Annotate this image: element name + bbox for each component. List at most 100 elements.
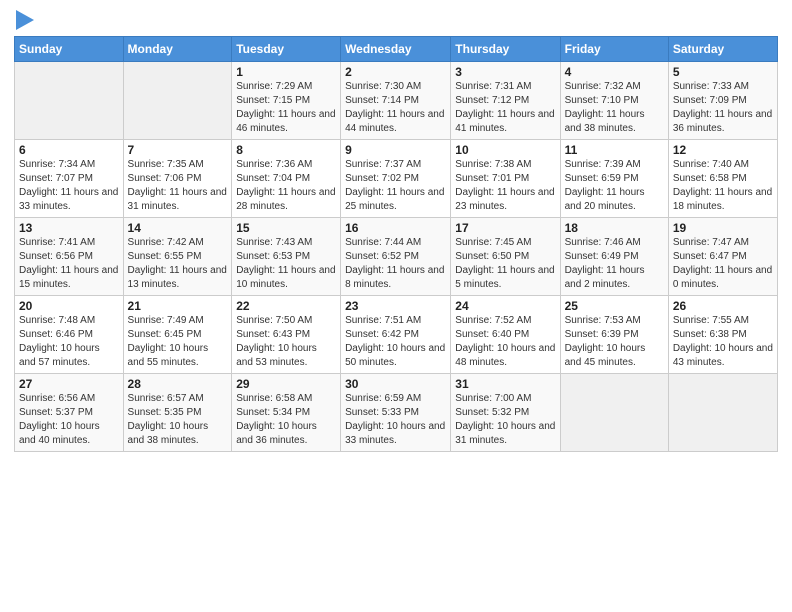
day-info: Sunrise: 7:55 AMSunset: 6:38 PMDaylight:… — [673, 314, 773, 370]
weekday-header-tuesday: Tuesday — [232, 37, 341, 62]
day-info: Sunrise: 7:53 AMSunset: 6:39 PMDaylight:… — [565, 314, 664, 370]
calendar-cell: 14Sunrise: 7:42 AMSunset: 6:55 PMDayligh… — [123, 218, 232, 296]
day-info: Sunrise: 6:58 AMSunset: 5:34 PMDaylight:… — [236, 392, 336, 448]
calendar-cell: 26Sunrise: 7:55 AMSunset: 6:38 PMDayligh… — [668, 296, 777, 374]
day-info: Sunrise: 7:45 AMSunset: 6:50 PMDaylight:… — [455, 236, 555, 292]
day-info: Sunrise: 7:46 AMSunset: 6:49 PMDaylight:… — [565, 236, 664, 292]
day-number: 15 — [236, 221, 336, 235]
day-info: Sunrise: 6:59 AMSunset: 5:33 PMDaylight:… — [345, 392, 446, 448]
day-number: 4 — [565, 65, 664, 79]
day-number: 1 — [236, 65, 336, 79]
calendar-cell: 1Sunrise: 7:29 AMSunset: 7:15 PMDaylight… — [232, 62, 341, 140]
day-number: 11 — [565, 143, 664, 157]
day-number: 22 — [236, 299, 336, 313]
day-info: Sunrise: 7:52 AMSunset: 6:40 PMDaylight:… — [455, 314, 555, 370]
calendar-page: SundayMondayTuesdayWednesdayThursdayFrid… — [0, 0, 792, 612]
day-info: Sunrise: 7:39 AMSunset: 6:59 PMDaylight:… — [565, 158, 664, 214]
day-info: Sunrise: 7:43 AMSunset: 6:53 PMDaylight:… — [236, 236, 336, 292]
day-info: Sunrise: 7:48 AMSunset: 6:46 PMDaylight:… — [19, 314, 119, 370]
calendar-cell: 22Sunrise: 7:50 AMSunset: 6:43 PMDayligh… — [232, 296, 341, 374]
week-row-1: 6Sunrise: 7:34 AMSunset: 7:07 PMDaylight… — [15, 140, 778, 218]
day-number: 30 — [345, 377, 446, 391]
day-info: Sunrise: 7:41 AMSunset: 6:56 PMDaylight:… — [19, 236, 119, 292]
calendar-cell: 5Sunrise: 7:33 AMSunset: 7:09 PMDaylight… — [668, 62, 777, 140]
week-row-0: 1Sunrise: 7:29 AMSunset: 7:15 PMDaylight… — [15, 62, 778, 140]
calendar-body: 1Sunrise: 7:29 AMSunset: 7:15 PMDaylight… — [15, 62, 778, 452]
calendar-cell: 24Sunrise: 7:52 AMSunset: 6:40 PMDayligh… — [451, 296, 560, 374]
day-info: Sunrise: 7:47 AMSunset: 6:47 PMDaylight:… — [673, 236, 773, 292]
weekday-row: SundayMondayTuesdayWednesdayThursdayFrid… — [15, 37, 778, 62]
day-number: 16 — [345, 221, 446, 235]
calendar-cell: 20Sunrise: 7:48 AMSunset: 6:46 PMDayligh… — [15, 296, 124, 374]
day-number: 12 — [673, 143, 773, 157]
logo-triangle-icon — [16, 10, 34, 30]
day-info: Sunrise: 7:50 AMSunset: 6:43 PMDaylight:… — [236, 314, 336, 370]
week-row-3: 20Sunrise: 7:48 AMSunset: 6:46 PMDayligh… — [15, 296, 778, 374]
calendar-cell: 29Sunrise: 6:58 AMSunset: 5:34 PMDayligh… — [232, 374, 341, 452]
day-info: Sunrise: 7:29 AMSunset: 7:15 PMDaylight:… — [236, 80, 336, 136]
calendar-cell: 21Sunrise: 7:49 AMSunset: 6:45 PMDayligh… — [123, 296, 232, 374]
day-number: 25 — [565, 299, 664, 313]
day-number: 5 — [673, 65, 773, 79]
day-number: 13 — [19, 221, 119, 235]
day-info: Sunrise: 7:44 AMSunset: 6:52 PMDaylight:… — [345, 236, 446, 292]
day-info: Sunrise: 6:57 AMSunset: 5:35 PMDaylight:… — [128, 392, 228, 448]
calendar-cell: 9Sunrise: 7:37 AMSunset: 7:02 PMDaylight… — [341, 140, 451, 218]
day-info: Sunrise: 7:49 AMSunset: 6:45 PMDaylight:… — [128, 314, 228, 370]
day-number: 26 — [673, 299, 773, 313]
day-info: Sunrise: 7:00 AMSunset: 5:32 PMDaylight:… — [455, 392, 555, 448]
calendar-cell: 13Sunrise: 7:41 AMSunset: 6:56 PMDayligh… — [15, 218, 124, 296]
day-number: 29 — [236, 377, 336, 391]
page-header — [14, 10, 778, 30]
day-number: 3 — [455, 65, 555, 79]
day-info: Sunrise: 7:34 AMSunset: 7:07 PMDaylight:… — [19, 158, 119, 214]
weekday-header-monday: Monday — [123, 37, 232, 62]
calendar-table: SundayMondayTuesdayWednesdayThursdayFrid… — [14, 36, 778, 452]
calendar-cell: 25Sunrise: 7:53 AMSunset: 6:39 PMDayligh… — [560, 296, 668, 374]
calendar-cell: 15Sunrise: 7:43 AMSunset: 6:53 PMDayligh… — [232, 218, 341, 296]
day-info: Sunrise: 7:40 AMSunset: 6:58 PMDaylight:… — [673, 158, 773, 214]
day-info: Sunrise: 7:33 AMSunset: 7:09 PMDaylight:… — [673, 80, 773, 136]
day-number: 8 — [236, 143, 336, 157]
day-number: 6 — [19, 143, 119, 157]
calendar-cell: 16Sunrise: 7:44 AMSunset: 6:52 PMDayligh… — [341, 218, 451, 296]
day-number: 23 — [345, 299, 446, 313]
weekday-header-friday: Friday — [560, 37, 668, 62]
day-info: Sunrise: 7:32 AMSunset: 7:10 PMDaylight:… — [565, 80, 664, 136]
day-number: 2 — [345, 65, 446, 79]
day-info: Sunrise: 7:42 AMSunset: 6:55 PMDaylight:… — [128, 236, 228, 292]
calendar-cell — [560, 374, 668, 452]
weekday-header-sunday: Sunday — [15, 37, 124, 62]
calendar-cell: 27Sunrise: 6:56 AMSunset: 5:37 PMDayligh… — [15, 374, 124, 452]
calendar-cell: 30Sunrise: 6:59 AMSunset: 5:33 PMDayligh… — [341, 374, 451, 452]
day-number: 31 — [455, 377, 555, 391]
logo — [14, 10, 34, 30]
calendar-cell: 7Sunrise: 7:35 AMSunset: 7:06 PMDaylight… — [123, 140, 232, 218]
calendar-cell: 23Sunrise: 7:51 AMSunset: 6:42 PMDayligh… — [341, 296, 451, 374]
day-number: 24 — [455, 299, 555, 313]
calendar-cell: 3Sunrise: 7:31 AMSunset: 7:12 PMDaylight… — [451, 62, 560, 140]
calendar-cell — [668, 374, 777, 452]
calendar-cell: 4Sunrise: 7:32 AMSunset: 7:10 PMDaylight… — [560, 62, 668, 140]
day-info: Sunrise: 7:35 AMSunset: 7:06 PMDaylight:… — [128, 158, 228, 214]
day-number: 17 — [455, 221, 555, 235]
week-row-4: 27Sunrise: 6:56 AMSunset: 5:37 PMDayligh… — [15, 374, 778, 452]
day-number: 10 — [455, 143, 555, 157]
calendar-cell — [123, 62, 232, 140]
day-number: 27 — [19, 377, 119, 391]
day-number: 28 — [128, 377, 228, 391]
weekday-header-saturday: Saturday — [668, 37, 777, 62]
calendar-header: SundayMondayTuesdayWednesdayThursdayFrid… — [15, 37, 778, 62]
calendar-cell: 28Sunrise: 6:57 AMSunset: 5:35 PMDayligh… — [123, 374, 232, 452]
calendar-cell — [15, 62, 124, 140]
day-info: Sunrise: 7:31 AMSunset: 7:12 PMDaylight:… — [455, 80, 555, 136]
day-number: 21 — [128, 299, 228, 313]
calendar-cell: 18Sunrise: 7:46 AMSunset: 6:49 PMDayligh… — [560, 218, 668, 296]
day-number: 14 — [128, 221, 228, 235]
calendar-cell: 19Sunrise: 7:47 AMSunset: 6:47 PMDayligh… — [668, 218, 777, 296]
calendar-cell: 17Sunrise: 7:45 AMSunset: 6:50 PMDayligh… — [451, 218, 560, 296]
weekday-header-thursday: Thursday — [451, 37, 560, 62]
day-number: 7 — [128, 143, 228, 157]
day-info: Sunrise: 7:37 AMSunset: 7:02 PMDaylight:… — [345, 158, 446, 214]
calendar-cell: 2Sunrise: 7:30 AMSunset: 7:14 PMDaylight… — [341, 62, 451, 140]
